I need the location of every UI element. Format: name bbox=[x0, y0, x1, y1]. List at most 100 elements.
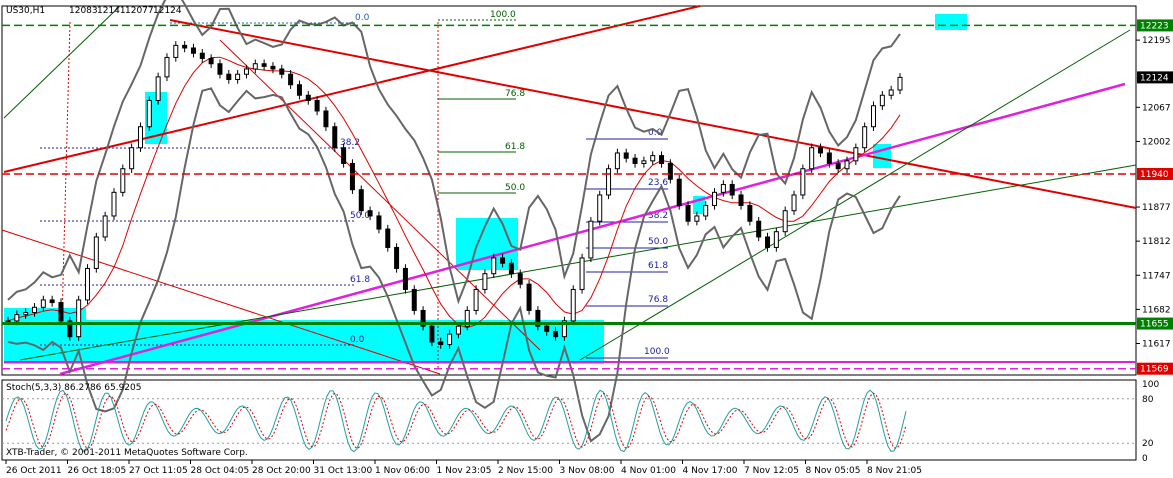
price-level-label: 11940 bbox=[1140, 170, 1169, 180]
candle-body bbox=[526, 283, 532, 311]
candle-body bbox=[49, 299, 55, 304]
x-tick-label: 8 Nov 05:05 bbox=[806, 466, 861, 476]
x-tick-label: 26 Oct 2011 bbox=[6, 466, 62, 476]
candle-body bbox=[641, 160, 647, 164]
candle-body bbox=[517, 273, 523, 285]
candle-body bbox=[809, 147, 815, 170]
candle-body bbox=[738, 194, 744, 206]
candle-body bbox=[261, 63, 267, 67]
x-tick-label: 2 Nov 15:00 bbox=[498, 466, 553, 476]
candle-body bbox=[402, 267, 408, 290]
candle-body bbox=[226, 73, 232, 80]
fib-label: 61.8 bbox=[648, 261, 668, 271]
candle-body bbox=[835, 162, 841, 170]
candle-body bbox=[217, 63, 223, 75]
candle-body bbox=[694, 215, 700, 222]
candle-body bbox=[570, 288, 576, 322]
fib-label: 61.8 bbox=[350, 275, 370, 285]
copyright-text: XTB-Trader, © 2001-2011 MetaQuotes Softw… bbox=[6, 448, 248, 458]
candle-body bbox=[93, 236, 99, 269]
candle-body bbox=[473, 288, 479, 311]
x-tick-label: 28 Oct 04:05 bbox=[191, 466, 250, 476]
fib-label: 76.8 bbox=[648, 295, 668, 305]
current-price-label: 12124 bbox=[1140, 73, 1169, 83]
candle-body bbox=[190, 47, 196, 54]
cyan-box bbox=[4, 320, 604, 364]
candle-body bbox=[623, 152, 629, 159]
y-tick-label: 11682 bbox=[1142, 305, 1171, 315]
x-tick-label: 27 Oct 11:05 bbox=[129, 466, 188, 476]
x-tick-label: 3 Nov 08:00 bbox=[560, 466, 615, 476]
candle-body bbox=[508, 262, 514, 275]
candle-body bbox=[438, 341, 444, 346]
candle-body bbox=[553, 330, 559, 338]
x-tick-label: 7 Nov 12:05 bbox=[744, 466, 799, 476]
fib-label: 50.0 bbox=[648, 237, 668, 247]
candle-body bbox=[23, 312, 29, 316]
price-level-label: 11655 bbox=[1140, 320, 1169, 330]
price-level-label: 12223 bbox=[1140, 21, 1169, 31]
candle-body bbox=[747, 204, 753, 222]
candle-body bbox=[332, 126, 338, 149]
candle-body bbox=[208, 57, 214, 65]
candle-body bbox=[844, 160, 850, 170]
x-tick-label: 1 Nov 23:05 bbox=[437, 466, 492, 476]
candle-body bbox=[155, 76, 161, 101]
stoch-tick-label: 0 bbox=[1142, 454, 1148, 464]
candle-body bbox=[429, 325, 435, 343]
x-tick-label: 1 Nov 06:00 bbox=[375, 466, 430, 476]
candle-body bbox=[111, 191, 117, 217]
x-tick-label: 31 Oct 13:00 bbox=[314, 466, 373, 476]
candle-body bbox=[871, 105, 877, 128]
candle-body bbox=[888, 89, 894, 96]
candle-body bbox=[252, 63, 258, 70]
x-tick-label: 26 Oct 18:05 bbox=[68, 466, 127, 476]
y-tick-label: 11877 bbox=[1142, 203, 1171, 213]
candle-body bbox=[765, 236, 771, 248]
oscillator-label: Stoch(5,3,3) 86.2786 65.9205 bbox=[6, 383, 141, 393]
fib-label: 61.8 bbox=[505, 142, 525, 152]
cyan-box bbox=[456, 218, 518, 270]
candle-body bbox=[729, 183, 735, 196]
fib-label: 100.0 bbox=[490, 10, 516, 20]
candle-body bbox=[270, 65, 276, 70]
candle-body bbox=[84, 267, 90, 301]
candle-body bbox=[579, 257, 585, 290]
candle-body bbox=[76, 299, 82, 338]
candle-body bbox=[323, 110, 329, 128]
candle-body bbox=[614, 152, 620, 170]
candle-body bbox=[182, 44, 188, 49]
y-tick-label: 11617 bbox=[1142, 340, 1171, 350]
candle-body bbox=[800, 168, 806, 196]
fib-label: 50.0 bbox=[350, 211, 370, 221]
candle-body bbox=[102, 215, 108, 238]
x-tick-label: 28 Oct 20:00 bbox=[252, 466, 311, 476]
candle-body bbox=[667, 162, 673, 180]
candle-body bbox=[314, 99, 320, 112]
y-tick-label: 12195 bbox=[1142, 36, 1171, 46]
y-tick-label: 11812 bbox=[1142, 237, 1171, 247]
ohlc-low: 12077 bbox=[125, 6, 154, 16]
ohlc-open: 12083 bbox=[69, 6, 98, 16]
y-tick-label: 12002 bbox=[1142, 137, 1171, 147]
candle-body bbox=[491, 257, 497, 275]
symbol-header: US30,H1 bbox=[6, 6, 45, 16]
candle-body bbox=[120, 168, 126, 193]
candle-body bbox=[137, 126, 143, 149]
candle-body bbox=[455, 325, 461, 335]
time-axis: 26 Oct 2011 26 Oct 18:05 27 Oct 11:05 28 Oc… bbox=[5, 460, 922, 476]
candle-body bbox=[756, 220, 762, 238]
price-chart[interactable]: 0.0 100.076.861.850.038.250.061.80.00.023… bbox=[0, 0, 1173, 478]
candle-body bbox=[597, 194, 603, 222]
candle-body bbox=[879, 94, 885, 107]
candle-body bbox=[235, 73, 241, 80]
x-tick-label: 4 Nov 01:00 bbox=[621, 466, 676, 476]
candle-body bbox=[358, 189, 364, 212]
candle-body bbox=[58, 302, 64, 322]
candle-body bbox=[853, 147, 859, 162]
candle-body bbox=[482, 273, 488, 290]
candle-body bbox=[349, 162, 355, 191]
candle-body bbox=[588, 220, 594, 259]
candle-body bbox=[40, 299, 46, 308]
fib-label: 100.0 bbox=[644, 347, 670, 357]
